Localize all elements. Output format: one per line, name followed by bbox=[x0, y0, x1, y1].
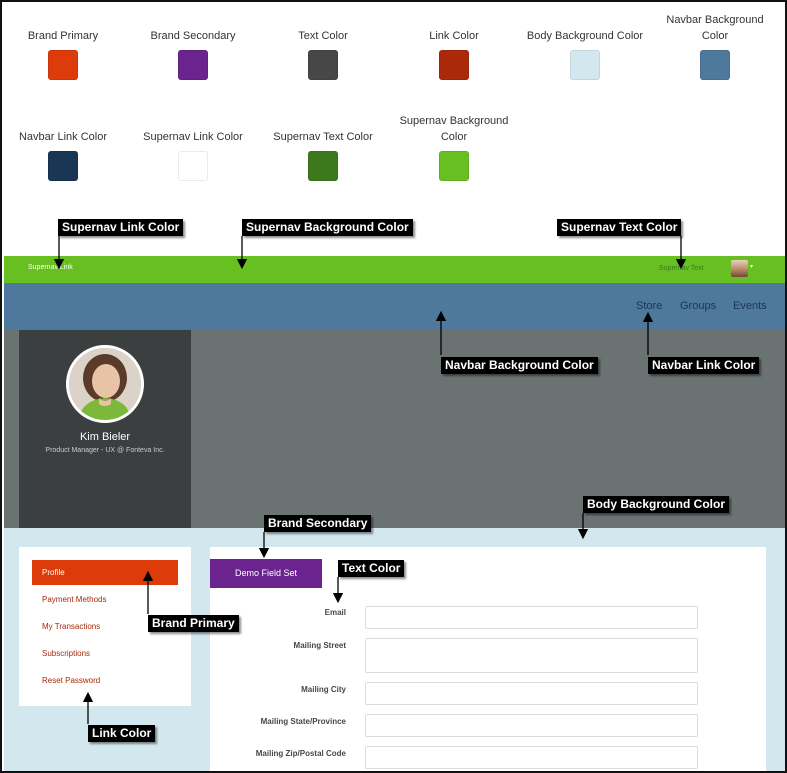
swatch-label: Brand Primary bbox=[27, 30, 99, 42]
annotation-navbar-background: Navbar Background Color bbox=[441, 357, 598, 374]
email-field[interactable] bbox=[365, 606, 698, 629]
chevron-down-icon[interactable]: ▾ bbox=[750, 263, 753, 270]
color-swatch[interactable] bbox=[308, 151, 338, 181]
fieldset-tab[interactable]: Demo Field Set bbox=[210, 559, 322, 588]
annotation-supernav-text: Supernav Text Color bbox=[557, 219, 682, 236]
profile-title: Product Manager - UX @ Fonteva Inc. bbox=[45, 447, 165, 454]
swatch-label: Brand Secondary bbox=[150, 30, 236, 42]
color-swatch[interactable] bbox=[439, 50, 469, 80]
annotation-navbar-link: Navbar Link Color bbox=[648, 357, 760, 374]
swatch-label: Navbar Background Color bbox=[666, 14, 764, 42]
nav-link-store[interactable]: Store bbox=[636, 300, 662, 312]
swatch-label: Navbar Link Color bbox=[18, 131, 108, 143]
swatch-label: Supernav Link Color bbox=[143, 131, 243, 143]
swatch-brand-primary: Brand Primary bbox=[2, 28, 128, 80]
nav-link-groups[interactable]: Groups bbox=[680, 300, 716, 312]
swatch-label: Body Background Color bbox=[526, 30, 644, 42]
profile-photo-icon bbox=[69, 348, 141, 420]
swatch-supernav-background: Supernav Background Color bbox=[399, 113, 509, 181]
swatch-navbar-link: Navbar Link Color bbox=[2, 129, 128, 181]
field-label-mailing-city: Mailing City bbox=[301, 685, 346, 694]
nav-link-events[interactable]: Events bbox=[733, 300, 767, 312]
profile-name: Kim Bieler bbox=[79, 431, 131, 443]
color-swatch[interactable] bbox=[178, 151, 208, 181]
user-avatar-icon[interactable] bbox=[731, 260, 748, 277]
swatch-navbar-background: Navbar Background Color bbox=[665, 12, 765, 80]
swatch-supernav-link: Supernav Link Color bbox=[128, 129, 258, 181]
swatch-label: Supernav Text Color bbox=[273, 131, 373, 143]
annotation-brand-primary: Brand Primary bbox=[148, 615, 239, 632]
swatch-label: Supernav Background Color bbox=[399, 115, 509, 143]
color-swatch[interactable] bbox=[48, 50, 78, 80]
navbar: Store Groups Events bbox=[4, 283, 785, 330]
annotation-text-color: Text Color bbox=[338, 560, 405, 577]
color-swatch[interactable] bbox=[700, 50, 730, 80]
menu-item-subscriptions[interactable]: Subscriptions bbox=[32, 641, 178, 666]
annotation-supernav-link: Supernav Link Color bbox=[58, 219, 184, 236]
profile-avatar bbox=[66, 345, 144, 423]
swatch-label: Text Color bbox=[298, 30, 348, 42]
mailing-street-field[interactable] bbox=[365, 638, 698, 673]
menu-item-payment-methods[interactable]: Payment Methods bbox=[32, 587, 178, 612]
annotation-supernav-background: Supernav Background Color bbox=[242, 219, 413, 236]
annotation-link-color: Link Color bbox=[88, 725, 156, 742]
color-swatch[interactable] bbox=[48, 151, 78, 181]
color-swatch[interactable] bbox=[439, 151, 469, 181]
color-swatch[interactable] bbox=[570, 50, 600, 80]
color-swatch[interactable] bbox=[308, 50, 338, 80]
swatch-text-color: Text Color bbox=[258, 28, 388, 80]
annotation-brand-secondary: Brand Secondary bbox=[264, 515, 372, 532]
annotation-body-background: Body Background Color bbox=[583, 496, 730, 513]
menu-item-reset-password[interactable]: Reset Password bbox=[32, 668, 178, 693]
supernav-text: Supernav Text bbox=[659, 265, 704, 272]
swatch-link-color: Link Color bbox=[389, 28, 519, 80]
supernav-bar: Supernav Link Supernav Text ▾ bbox=[4, 256, 785, 283]
field-label-mailing-zip: Mailing Zip/Postal Code bbox=[255, 749, 346, 758]
field-label-mailing-street: Mailing Street bbox=[293, 641, 346, 650]
color-swatch[interactable] bbox=[178, 50, 208, 80]
field-label-mailing-state: Mailing State/Province bbox=[260, 717, 346, 726]
mailing-state-field[interactable] bbox=[365, 714, 698, 737]
swatch-body-background: Body Background Color bbox=[520, 28, 650, 80]
swatch-brand-secondary: Brand Secondary bbox=[128, 28, 258, 80]
swatch-label: Link Color bbox=[429, 30, 479, 42]
screenshot-frame: Brand Primary Brand Secondary Text Color… bbox=[0, 0, 787, 773]
mailing-city-field[interactable] bbox=[365, 682, 698, 705]
supernav-link[interactable]: Supernav Link bbox=[28, 264, 73, 271]
mailing-zip-field[interactable] bbox=[365, 746, 698, 769]
menu-item-profile[interactable]: Profile bbox=[32, 560, 178, 585]
swatch-supernav-text: Supernav Text Color bbox=[258, 129, 388, 181]
